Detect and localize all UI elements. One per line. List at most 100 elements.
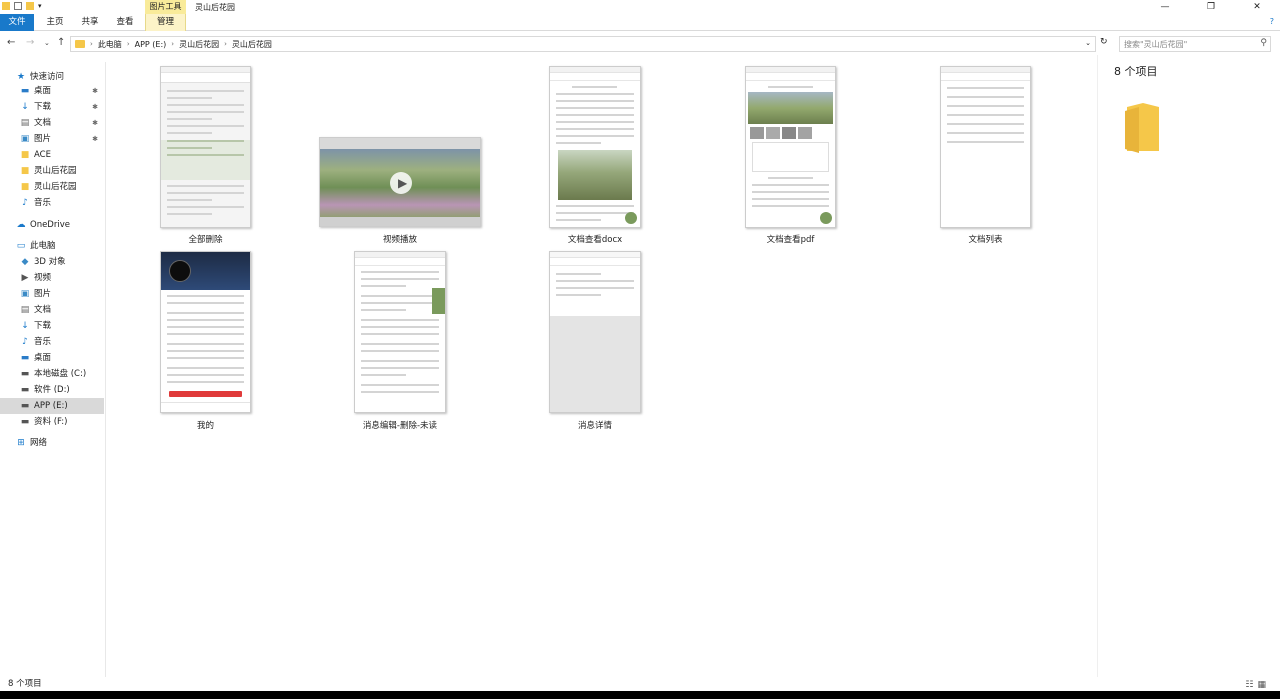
nav-item[interactable]: ♪ 音乐: [0, 334, 104, 350]
chevron-right-icon[interactable]: ›: [224, 40, 227, 48]
tab-file[interactable]: 文件: [0, 14, 34, 31]
nav-item[interactable]: ■ 灵山后花园: [0, 163, 104, 179]
nav-item[interactable]: ⊞ 网络: [0, 435, 104, 451]
file-thumbnail[interactable]: [160, 66, 251, 228]
picture-icon: ▣: [20, 289, 30, 299]
nav-item[interactable]: ▤ 文档: [0, 302, 104, 318]
file-name[interactable]: 文档查看pdf: [745, 233, 836, 245]
search-input[interactable]: 搜索"灵山后花园" ⚲: [1119, 36, 1271, 52]
document-icon: ▤: [20, 305, 30, 315]
help-icon[interactable]: ?: [1270, 17, 1274, 26]
file-thumbnail[interactable]: [354, 251, 446, 413]
nav-item[interactable]: ▣ 图片 ✱: [0, 131, 104, 147]
pin-icon[interactable]: ✱: [92, 83, 98, 99]
customize-dropdown-icon[interactable]: ▾: [38, 2, 42, 10]
nav-item-label: 此电脑: [30, 241, 56, 251]
refresh-icon[interactable]: ↻: [1100, 37, 1108, 47]
status-bar: 8 个项目 ☷▦: [0, 677, 1280, 691]
file-thumbnail[interactable]: [940, 66, 1031, 228]
drive-icon: ▬: [20, 417, 30, 427]
file-name[interactable]: 文档列表: [940, 233, 1031, 245]
large-icons-view-icon[interactable]: ▦: [1257, 680, 1270, 690]
file-name[interactable]: 文档查看docx: [549, 233, 641, 245]
breadcrumb-current-folder[interactable]: 灵山后花园: [232, 39, 272, 50]
file-thumbnail[interactable]: [549, 66, 641, 228]
nav-item[interactable]: ▭ 此电脑: [0, 238, 104, 254]
file-thumbnail[interactable]: [160, 251, 251, 413]
folder-icon: ■: [20, 182, 30, 192]
nav-item-label: 下载: [34, 321, 52, 331]
nav-item[interactable]: ▶ 视频: [0, 270, 104, 286]
address-row: ← → ⌄ ↑ › 此电脑 › APP (E:) › 灵山后花园 › 灵山后花园…: [0, 35, 1280, 53]
file-name[interactable]: 全部删除: [160, 233, 251, 245]
chevron-right-icon[interactable]: ›: [90, 40, 93, 48]
tab-home[interactable]: 主页: [38, 14, 72, 31]
nav-item[interactable]: ▬ 桌面 ✱: [0, 83, 104, 99]
music-icon: ♪: [22, 337, 28, 347]
nav-item-label: 下载: [34, 102, 52, 112]
back-icon[interactable]: ←: [7, 37, 15, 48]
recent-dropdown-icon[interactable]: ⌄: [44, 39, 50, 47]
nav-item[interactable]: ▬ 软件 (D:): [0, 382, 104, 398]
download-icon: ↓: [21, 321, 29, 331]
download-icon: ↓: [21, 102, 29, 112]
file-name[interactable]: 我的: [160, 419, 251, 431]
tab-manage[interactable]: 管理: [145, 14, 186, 31]
nav-item[interactable]: ▤ 文档 ✱: [0, 115, 104, 131]
nav-item[interactable]: ▬ APP (E:): [0, 398, 104, 414]
cloud-icon: ☁: [16, 220, 26, 230]
close-button[interactable]: ✕: [1234, 0, 1280, 14]
nav-item[interactable]: ◆ 3D 对象: [0, 254, 104, 270]
breadcrumb-this-pc[interactable]: 此电脑: [98, 39, 122, 50]
file-name[interactable]: 消息编辑-删除-未读: [354, 419, 446, 431]
pin-icon[interactable]: ✱: [92, 99, 98, 115]
nav-item[interactable]: ▣ 图片: [0, 286, 104, 302]
nav-item-label: 网络: [30, 438, 48, 448]
title-bar: ▾ 图片工具 灵山后花园 — ❐ ✕: [0, 0, 1280, 14]
picture-tools-context-tab: 图片工具: [145, 0, 186, 14]
pin-icon[interactable]: ✱: [92, 115, 98, 131]
nav-item[interactable]: ▬ 资料 (F:): [0, 414, 104, 430]
nav-item-label: 音乐: [34, 198, 52, 208]
chevron-down-icon[interactable]: ⌄: [1085, 39, 1091, 47]
file-name[interactable]: 消息详情: [549, 419, 641, 431]
chevron-right-icon[interactable]: ›: [127, 40, 130, 48]
nav-item-label: 视频: [34, 273, 52, 283]
nav-item[interactable]: ☁ OneDrive: [0, 217, 104, 233]
tab-share[interactable]: 共享: [73, 14, 107, 31]
nav-item-label: 图片: [34, 289, 52, 299]
forward-icon[interactable]: →: [26, 37, 34, 48]
nav-item[interactable]: ♪ 音乐: [0, 195, 104, 211]
nav-item[interactable]: ▬ 桌面: [0, 350, 104, 366]
taskbar: [0, 691, 1280, 699]
nav-item-label: 3D 对象: [34, 257, 66, 267]
new-folder-icon[interactable]: [26, 2, 34, 10]
nav-item[interactable]: ↓ 下载: [0, 318, 104, 334]
nav-item[interactable]: ↓ 下载 ✱: [0, 99, 104, 115]
breadcrumb-folder[interactable]: 灵山后花园: [179, 39, 219, 50]
nav-item[interactable]: ■ 灵山后花园: [0, 179, 104, 195]
file-thumbnail[interactable]: [745, 66, 836, 228]
minimize-button[interactable]: —: [1142, 0, 1188, 14]
nav-item[interactable]: ▬ 本地磁盘 (C:): [0, 366, 104, 382]
details-view-icon[interactable]: ☷: [1245, 680, 1257, 690]
address-bar[interactable]: › 此电脑 › APP (E:) › 灵山后花园 › 灵山后花园 ⌄: [70, 36, 1096, 52]
tab-view[interactable]: 查看: [108, 14, 142, 31]
folder-icon: ■: [20, 150, 30, 160]
search-placeholder: 搜索"灵山后花园": [1124, 40, 1188, 49]
pc-icon: ▭: [16, 241, 26, 251]
file-thumbnail[interactable]: ▶: [319, 137, 481, 227]
pin-icon[interactable]: ✱: [92, 131, 98, 147]
up-icon[interactable]: ↑: [57, 37, 65, 48]
document-icon: ▤: [20, 118, 30, 128]
search-icon[interactable]: ⚲: [1260, 38, 1267, 48]
file-name[interactable]: 视频播放: [319, 233, 481, 245]
nav-item-label: 本地磁盘 (C:): [34, 369, 87, 379]
nav-item-label: 文档: [34, 305, 52, 315]
maximize-button[interactable]: ❐: [1188, 0, 1234, 14]
properties-icon[interactable]: [14, 2, 22, 10]
file-thumbnail[interactable]: [549, 251, 641, 413]
nav-item[interactable]: ■ ACE: [0, 147, 104, 163]
chevron-right-icon[interactable]: ›: [171, 40, 174, 48]
breadcrumb-drive-e[interactable]: APP (E:): [135, 40, 167, 49]
